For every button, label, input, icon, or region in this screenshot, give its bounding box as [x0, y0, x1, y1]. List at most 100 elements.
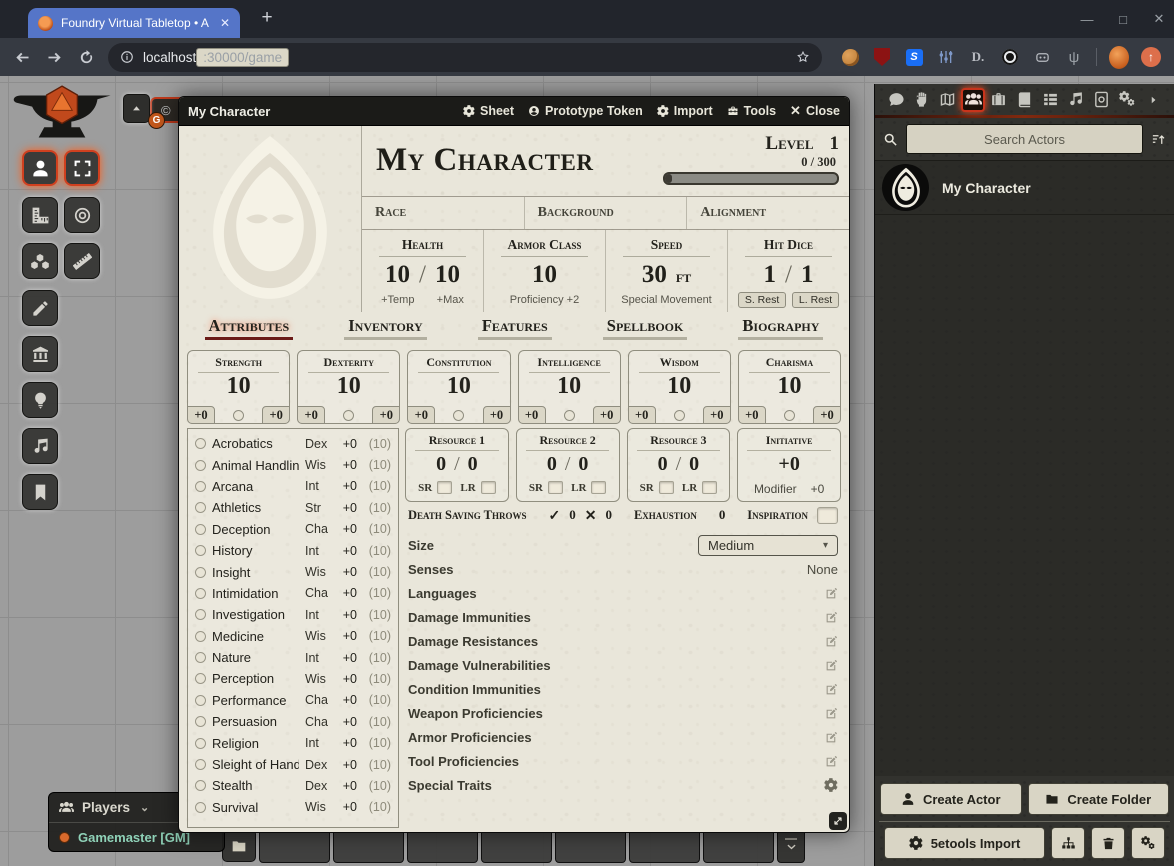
save-proficiency-toggle[interactable] — [233, 410, 244, 421]
skill-proficiency-radio[interactable] — [195, 631, 206, 642]
xp-value[interactable]: 0 / 300 — [801, 155, 836, 170]
long-rest-checkbox[interactable] — [481, 481, 496, 494]
initiative-value[interactable]: +0 — [778, 453, 799, 476]
skill-row[interactable]: SurvivalWis+0(10) — [195, 797, 391, 818]
ublock-extension-icon[interactable] — [872, 47, 892, 67]
measure-controls-button[interactable] — [22, 197, 58, 233]
size-select[interactable]: Medium▾ — [698, 535, 838, 556]
skill-row[interactable]: StealthDex+0(10) — [195, 775, 391, 796]
skill-row[interactable]: PersuasionCha+0(10) — [195, 711, 391, 732]
search-input[interactable] — [906, 124, 1143, 154]
edit-icon[interactable] — [825, 755, 838, 768]
tab-inventory[interactable]: Inventory — [344, 316, 426, 350]
tab-tables[interactable] — [1038, 88, 1062, 112]
tab-compendium[interactable] — [1090, 88, 1114, 112]
sliders-extension-icon[interactable] — [936, 47, 956, 67]
settings-button[interactable] — [1131, 827, 1165, 859]
ability-score[interactable]: 10 — [739, 374, 840, 398]
skill-proficiency-radio[interactable] — [195, 502, 206, 513]
ability-mod[interactable]: +0 — [738, 406, 766, 424]
resource-1[interactable]: Resource 1 0/0 SRLR — [405, 428, 509, 502]
tab-playlists[interactable] — [1064, 88, 1088, 112]
macro-slot[interactable] — [555, 829, 626, 863]
alignment-field[interactable]: Alignment — [686, 197, 849, 229]
notes-controls-button[interactable] — [22, 474, 58, 510]
hd-max[interactable]: 1 — [801, 261, 814, 289]
hp-temp-label[interactable]: +Temp — [381, 294, 414, 306]
edit-icon[interactable] — [825, 707, 838, 720]
skill-proficiency-radio[interactable] — [195, 780, 206, 791]
tab-combat[interactable] — [910, 88, 934, 112]
skill-proficiency-radio[interactable] — [195, 673, 206, 684]
profile-avatar[interactable] — [1109, 47, 1129, 67]
tab-settings[interactable] — [1115, 88, 1139, 112]
tab-scenes[interactable] — [935, 88, 959, 112]
skill-row[interactable]: HistoryInt+0(10) — [195, 540, 391, 561]
skill-proficiency-radio[interactable] — [195, 567, 206, 578]
death-success-count[interactable]: 0 — [569, 507, 576, 523]
background-field[interactable]: Background — [524, 197, 687, 229]
macro-folder-button[interactable] — [222, 829, 256, 862]
skill-row[interactable]: Animal HandlingWis+0(10) — [195, 454, 391, 475]
actor-name[interactable]: My Character — [942, 180, 1031, 196]
tab-biography[interactable]: Biography — [738, 316, 823, 350]
ability-score[interactable]: 10 — [408, 374, 509, 398]
skill-proficiency-radio[interactable] — [195, 716, 206, 727]
ability-score[interactable]: 10 — [298, 374, 399, 398]
sound-controls-button[interactable] — [22, 428, 58, 464]
skill-row[interactable]: InvestigationInt+0(10) — [195, 604, 391, 625]
save-proficiency-toggle[interactable] — [784, 410, 795, 421]
ability-mod[interactable]: +0 — [518, 406, 546, 424]
ability-score[interactable]: 10 — [629, 374, 730, 398]
skill-row[interactable]: NatureInt+0(10) — [195, 647, 391, 668]
ability-score[interactable]: 10 — [519, 374, 620, 398]
edit-icon[interactable] — [825, 659, 838, 672]
exhaustion-value[interactable]: 0 — [719, 507, 726, 523]
ability-mod[interactable]: +0 — [628, 406, 656, 424]
ability-mod[interactable]: +0 — [407, 406, 435, 424]
skill-proficiency-radio[interactable] — [195, 524, 206, 535]
long-rest-checkbox[interactable] — [591, 481, 606, 494]
gear-icon[interactable] — [824, 778, 838, 792]
import-button[interactable]: Import — [657, 104, 713, 118]
skill-row[interactable]: InsightWis+0(10) — [195, 561, 391, 582]
target-tool-button[interactable] — [64, 197, 100, 233]
death-success-icon[interactable]: ✓ — [549, 507, 561, 524]
short-rest-checkbox[interactable] — [659, 481, 674, 494]
tab-chat[interactable] — [884, 88, 908, 112]
skill-row[interactable]: AcrobaticsDex+0(10) — [195, 433, 391, 454]
save-proficiency-toggle[interactable] — [343, 410, 354, 421]
ruler-tool-button[interactable] — [64, 243, 100, 279]
skill-proficiency-radio[interactable] — [195, 695, 206, 706]
ability-charisma[interactable]: Charisma10+0+0 — [738, 350, 841, 424]
skill-row[interactable]: ArcanaInt+0(10) — [195, 476, 391, 497]
hp-tempmax-label[interactable]: +Max — [437, 294, 464, 306]
ability-save[interactable]: +0 — [372, 406, 400, 424]
token-controls-button[interactable] — [22, 150, 58, 186]
ability-wisdom[interactable]: Wisdom10+0+0 — [628, 350, 731, 424]
skill-proficiency-radio[interactable] — [195, 738, 206, 749]
info-icon[interactable] — [120, 50, 134, 64]
speed-value[interactable]: 30 — [642, 261, 667, 289]
ability-dexterity[interactable]: Dexterity10+0+0 — [297, 350, 400, 424]
ability-mod[interactable]: +0 — [187, 406, 215, 424]
special-movement-link[interactable]: Special Movement — [621, 294, 712, 306]
health-stat[interactable]: Health 10/10 +Temp+Max — [362, 230, 483, 312]
macro-slot[interactable] — [259, 829, 330, 863]
skill-proficiency-radio[interactable] — [195, 609, 206, 620]
tab-actors[interactable] — [961, 88, 985, 112]
folder-tree-button[interactable] — [1051, 827, 1085, 859]
record-extension-icon[interactable] — [1000, 47, 1020, 67]
scene-nav-collapse-button[interactable] — [123, 94, 150, 123]
sidebar-collapse-button[interactable] — [1141, 88, 1165, 112]
fork-extension-icon[interactable]: ψ — [1064, 47, 1084, 67]
save-proficiency-toggle[interactable] — [453, 410, 464, 421]
ability-save[interactable]: +0 — [813, 406, 841, 424]
save-proficiency-toggle[interactable] — [674, 410, 685, 421]
tab-attributes[interactable]: Attributes — [205, 316, 294, 350]
macro-slot[interactable] — [481, 829, 552, 863]
macro-slot[interactable] — [333, 829, 404, 863]
armor-class-stat[interactable]: Armor Class 10 Proficiency +2 — [483, 230, 605, 312]
character-name[interactable]: My Character — [376, 130, 654, 196]
short-rest-button[interactable]: S. Rest — [738, 292, 786, 308]
